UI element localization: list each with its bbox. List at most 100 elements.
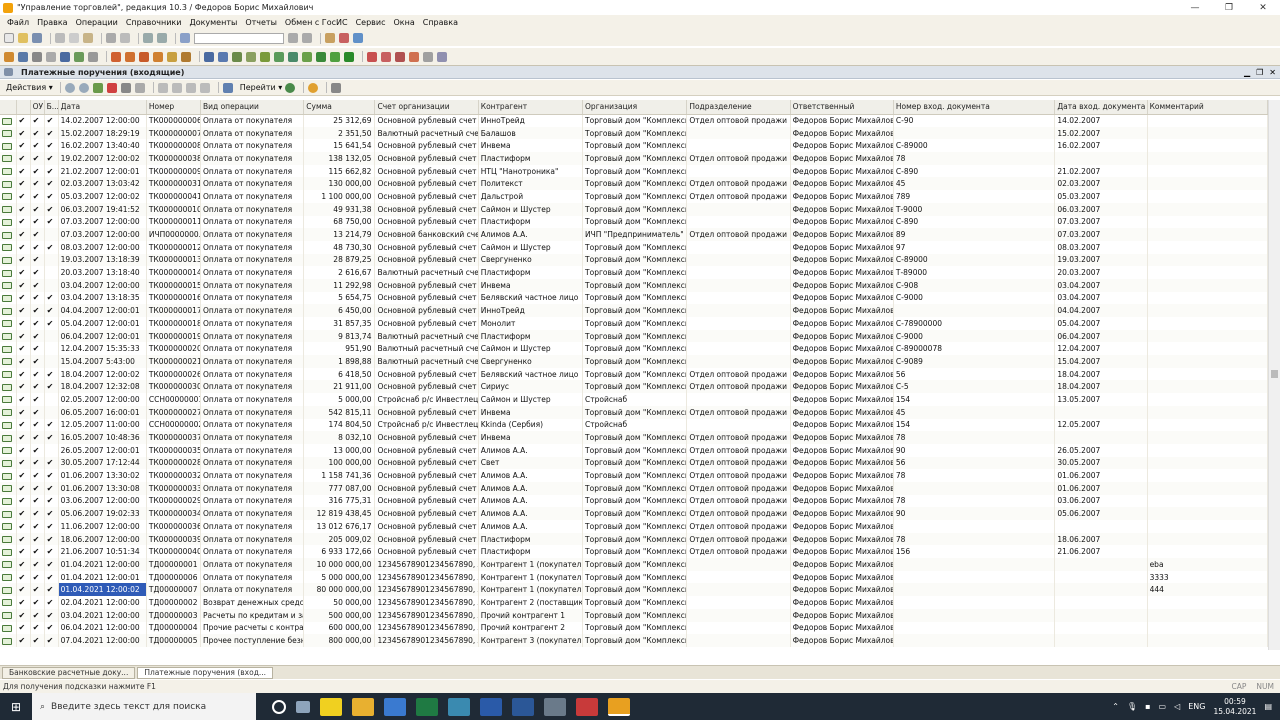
table-row[interactable]: ✔ ✔ ✔ 07.03.2007 12:00:00 ТК000000011 Оплата … — [0, 215, 1268, 229]
table-row[interactable]: ✔ ✔ ✔ 05.06.2007 19:02:33 ТК000000034 Оплата … — [0, 507, 1268, 520]
doc-icon-4[interactable] — [246, 51, 256, 62]
open-icon[interactable] — [18, 33, 28, 43]
table-row[interactable]: ✔ ✔ 07.03.2007 12:00:00 ИЧП0000000... Оплата… — [0, 228, 1268, 241]
print-icon[interactable] — [331, 82, 342, 93]
journal-icon[interactable] — [18, 51, 28, 62]
cash-icon[interactable] — [181, 51, 191, 62]
doc-icon-2[interactable] — [218, 51, 228, 62]
tool-icon-1[interactable] — [367, 51, 377, 62]
windows-start-icon[interactable]: ⊞ — [0, 693, 32, 720]
tool-icon-4[interactable] — [409, 51, 419, 62]
scrollbar-thumb[interactable] — [1271, 370, 1278, 378]
post-icon[interactable] — [120, 82, 131, 93]
doc-close-icon[interactable]: ✕ — [1269, 68, 1276, 77]
app-icon-red[interactable] — [576, 697, 598, 716]
edit-icon[interactable] — [92, 82, 103, 93]
show-hidden-icons-icon[interactable]: ⌃ — [1112, 702, 1119, 711]
table-row[interactable]: ✔ ✔ ✔ 18.04.2007 12:32:08 ТК000000030 Оплата … — [0, 380, 1268, 394]
table-row[interactable]: ✔ ✔ ✔ 02.04.2021 12:00:00 ТД00000002 Возврат … — [0, 596, 1268, 609]
table-row[interactable]: ✔ ✔ 03.04.2007 12:00:00 ТК000000015 Оплата о… — [0, 278, 1268, 292]
doc-icon-9[interactable] — [316, 51, 326, 62]
tab-payment-orders[interactable]: Платежные поручения (вход... — [137, 666, 274, 679]
tool-icon-3[interactable] — [395, 51, 405, 62]
table-row[interactable]: ✔ ✔ 12.04.2007 15:35:33 ТК000000020 Оплата о… — [0, 342, 1268, 356]
undo-icon[interactable] — [143, 33, 153, 43]
doc-icon-10[interactable] — [330, 51, 340, 62]
column-header[interactable]: Организация — [582, 100, 688, 115]
table-row[interactable]: ✔ ✔ ✔ 19.02.2007 12:00:02 ТК000000038 Оплата … — [0, 152, 1268, 165]
microphone-icon[interactable]: 🎙 — [1127, 702, 1137, 711]
table-row[interactable]: ✔ ✔ ✔ 16.02.2007 13:40:40 ТК000000008 Оплата … — [0, 139, 1268, 153]
table-row[interactable]: ✔ ✔ ✔ 14.02.2007 12:00:00 ТК000000006 Оплата … — [0, 114, 1268, 127]
cut-icon[interactable] — [55, 33, 65, 43]
search-icon[interactable] — [180, 33, 190, 43]
table-row[interactable]: ✔ ✔ ✔ 06.03.2007 19:41:52 ТК000000010 Оплата … — [0, 202, 1268, 216]
hierarchy-icon[interactable] — [222, 82, 233, 93]
doc-icon-6[interactable] — [274, 51, 284, 62]
menu-item[interactable]: Справочники — [122, 18, 186, 27]
filter-list-icon[interactable] — [185, 82, 196, 93]
table-row[interactable]: ✔ ✔ ✔ 04.04.2007 12:00:01 ТК000000017 Оплата … — [0, 304, 1268, 317]
table-row[interactable]: ✔ ✔ ✔ 18.04.2007 12:00:02 ТК000000026 Оплата … — [0, 367, 1268, 381]
1c-icon[interactable] — [608, 697, 630, 716]
help-icon[interactable] — [353, 33, 363, 43]
notifications-icon[interactable]: ▤ — [1264, 702, 1272, 711]
table-row[interactable]: ✔ ✔ ✔ 08.03.2007 12:00:00 ТК000000012 Оплата … — [0, 240, 1268, 254]
doc-icon-11[interactable] — [344, 51, 354, 62]
table-row[interactable]: ✔ ✔ 02.05.2007 12:00:00 ССН00000001 Оплата о… — [0, 393, 1268, 406]
close-icon[interactable]: ✕ — [1246, 0, 1280, 15]
table-row[interactable]: ✔ ✔ ✔ 18.06.2007 12:00:00 ТК000000039 Оплата … — [0, 532, 1268, 546]
column-header[interactable]: Контрагент — [478, 100, 584, 115]
menu-item[interactable]: Документы — [185, 18, 241, 27]
column-header[interactable]: Номер — [146, 100, 202, 115]
table-row[interactable]: ✔ ✔ 20.03.2007 13:18:40 ТК000000014 Оплата о… — [0, 266, 1268, 279]
list-icon[interactable] — [46, 51, 56, 62]
word-icon[interactable] — [512, 697, 534, 716]
column-header[interactable]: Дата вход. документа — [1054, 100, 1148, 115]
column-header[interactable]: Номер вход. документа — [893, 100, 1056, 115]
redo-icon[interactable] — [157, 33, 167, 43]
goto-menu-button[interactable]: Перейти ▾ — [237, 83, 286, 92]
table-row[interactable]: ✔ ✔ 26.05.2007 12:00:01 ТК000000035 Оплата о… — [0, 443, 1268, 457]
find-next-icon[interactable] — [288, 33, 298, 43]
table-row[interactable]: ✔ ✔ ✔ 05.04.2007 12:00:01 ТК000000018 Оплата … — [0, 317, 1268, 330]
doc-icon-1[interactable] — [204, 51, 214, 62]
table-row[interactable]: ✔ ✔ ✔ 01.04.2021 12:00:02 ТД00000007 Оплата о… — [0, 583, 1268, 597]
table-row[interactable]: ✔ ✔ ✔ 21.02.2007 12:00:01 ТК000000009 Оплата … — [0, 164, 1268, 178]
table-row[interactable]: ✔ ✔ ✔ 15.02.2007 18:29:19 ТК000000007 Оплата … — [0, 126, 1268, 140]
doc-restore-icon[interactable]: ❐ — [1256, 68, 1263, 77]
restore-icon[interactable]: ❐ — [1212, 0, 1246, 15]
menu-item[interactable]: Отчеты — [241, 18, 281, 27]
menu-item[interactable]: Справка — [419, 18, 462, 27]
table-row[interactable]: ✔ ✔ ✔ 03.04.2021 12:00:00 ТД00000003 Расчеты … — [0, 608, 1268, 622]
column-header[interactable]: Вид операции — [200, 100, 305, 115]
column-header[interactable]: Комментарий — [1147, 100, 1268, 115]
doc-minimize-icon[interactable]: ▁ — [1244, 68, 1250, 77]
table-row[interactable]: ✔ ✔ 19.03.2007 13:18:39 ТК000000013 Оплата о… — [0, 253, 1268, 267]
table-row[interactable]: ✔ ✔ ✔ 03.04.2007 13:18:35 ТК000000016 Оплата … — [0, 291, 1268, 305]
chart-icon[interactable] — [88, 51, 98, 62]
preview-icon[interactable] — [120, 33, 130, 43]
menu-item[interactable]: Операции — [72, 18, 122, 27]
menu-item[interactable]: Сервис — [352, 18, 390, 27]
menu-item[interactable]: Правка — [33, 18, 71, 27]
table-row[interactable]: ✔ ✔ ✔ 12.05.2007 11:00:00 ССН00000002 Оплата … — [0, 418, 1268, 432]
calendar-icon[interactable] — [339, 33, 349, 43]
save-icon[interactable] — [32, 33, 42, 43]
volume-icon[interactable]: ◁ — [1174, 702, 1180, 711]
refresh-icon[interactable] — [285, 82, 296, 93]
language-indicator[interactable]: ENG — [1188, 702, 1205, 711]
minimize-icon[interactable]: — — [1178, 0, 1212, 15]
purchase-icon[interactable] — [139, 51, 149, 62]
copy-icon[interactable] — [69, 33, 79, 43]
tool-icon-6[interactable] — [437, 51, 447, 62]
table-row[interactable]: ✔ ✔ ✔ 11.06.2007 12:00:00 ТК000000036 Оплата … — [0, 520, 1268, 533]
filter-icon[interactable] — [157, 82, 168, 93]
actions-menu-button[interactable]: Действия ▾ — [3, 83, 56, 92]
table-row[interactable]: ✔ ✔ ✔ 01.06.2007 13:30:02 ТК000000032 Оплата … — [0, 469, 1268, 482]
task-view-icon[interactable] — [296, 700, 310, 713]
table-row[interactable]: ✔ ✔ ✔ 03.06.2007 12:00:00 ТК000000029 Оплата … — [0, 494, 1268, 508]
app-icon-teal[interactable] — [448, 697, 470, 716]
table-row[interactable]: ✔ ✔ ✔ 06.04.2021 12:00:00 ТД00000004 Прочие р… — [0, 621, 1268, 635]
tab-bank-documents[interactable]: Банковские расчетные доку... — [2, 666, 136, 679]
